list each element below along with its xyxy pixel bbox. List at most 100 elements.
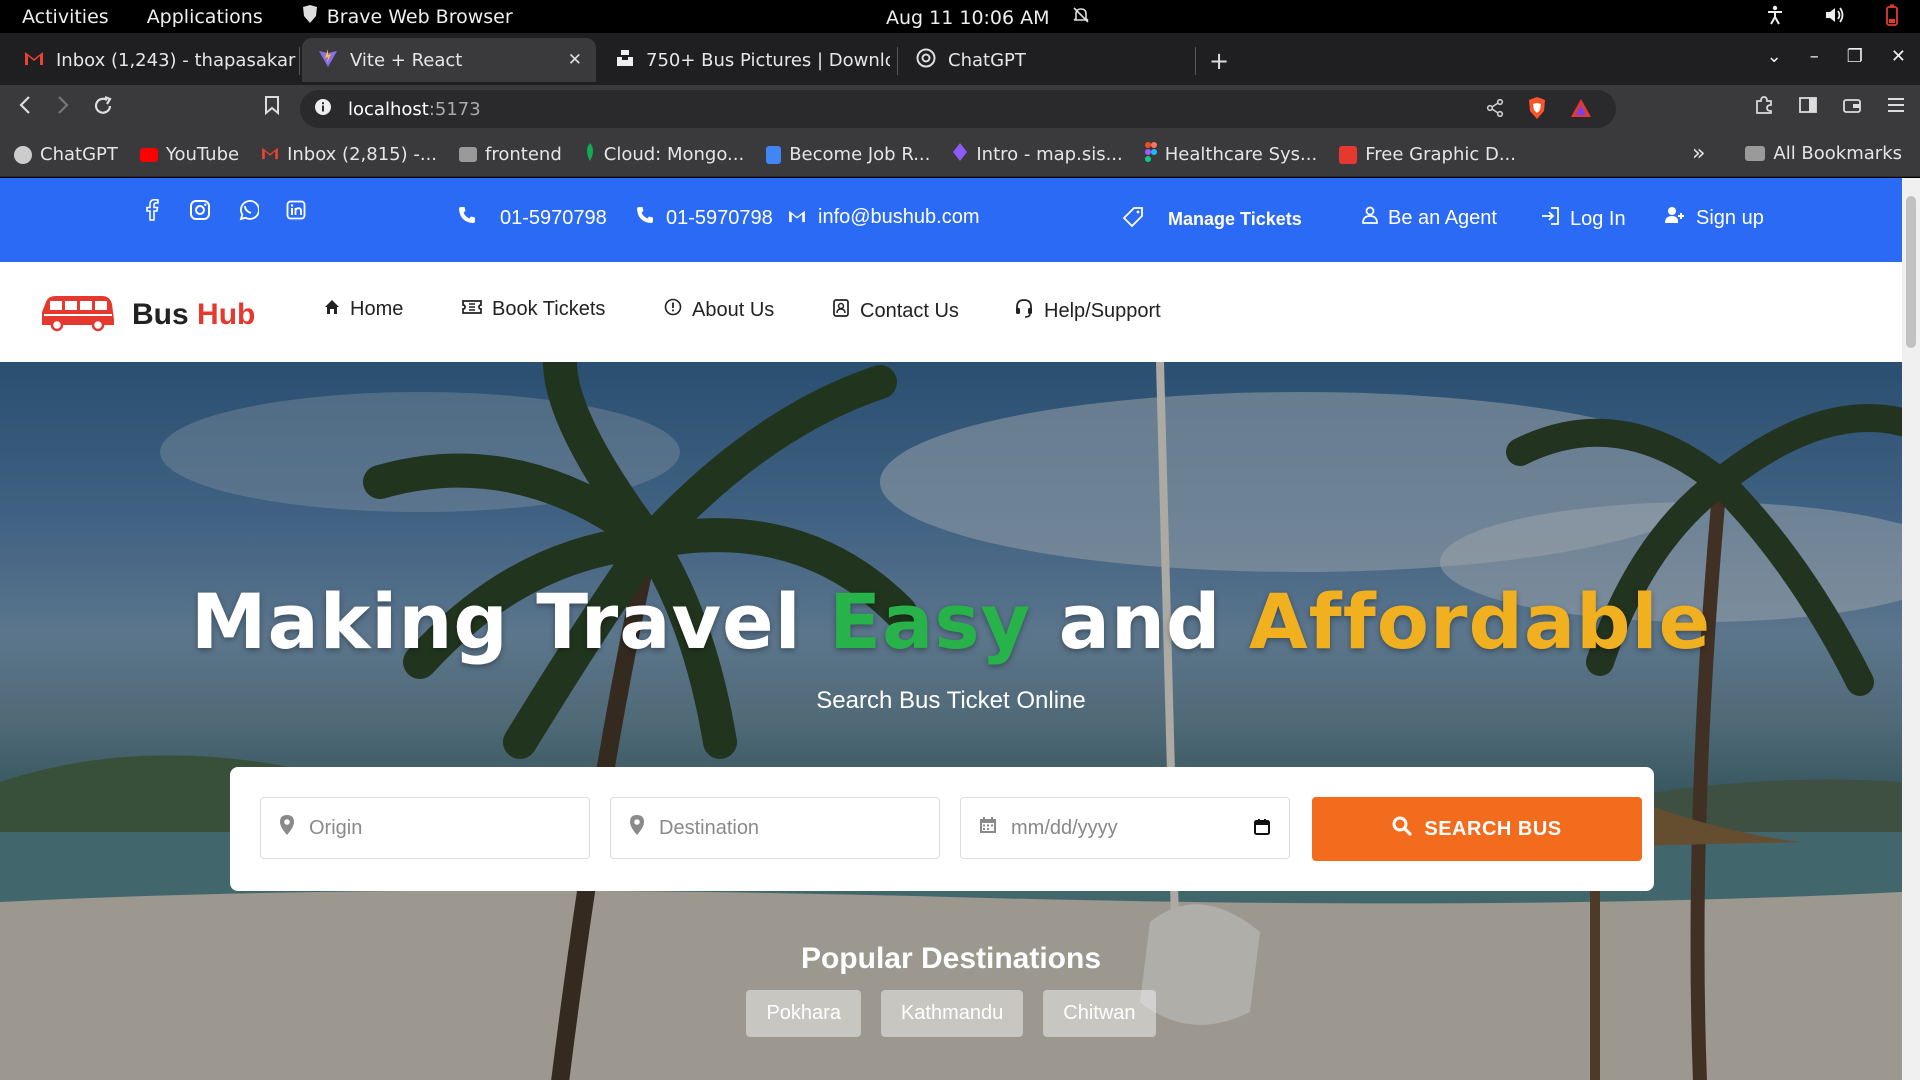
instagram-icon[interactable] (188, 198, 212, 222)
hero-subtitle: Search Bus Ticket Online (816, 687, 1086, 714)
url-port: :5173 (428, 98, 481, 120)
google-docs-icon (766, 145, 782, 164)
search-bus-button[interactable]: SEARCH BUS (1312, 797, 1642, 861)
tab-vite-react[interactable]: Vite + React ✕ (302, 38, 596, 82)
toolbar-extensions (1754, 95, 1906, 120)
extensions-puzzle-icon[interactable] (1754, 95, 1774, 120)
phone-number: 01-5970798 (666, 206, 773, 229)
bookmark-item[interactable]: Healthcare Sys... (1144, 142, 1317, 167)
calendar-picker-icon[interactable] (1253, 818, 1271, 842)
youtube-icon (139, 147, 158, 162)
tab-separator (299, 47, 300, 75)
battery-icon[interactable] (1886, 4, 1898, 31)
tab-strip: Inbox (1,243) - thapasakar24 Vite + Reac… (0, 33, 1920, 85)
bookmark-item[interactable]: Free Graphic D... (1339, 144, 1516, 165)
bookmark-item[interactable]: Become Job R... (766, 144, 930, 165)
logo-text: Bus Hub (132, 298, 255, 332)
contact-email[interactable]: info@bushub.com (788, 206, 980, 229)
bookmark-page-icon[interactable] (264, 95, 280, 121)
clock[interactable]: Aug 11 10:06 AM (886, 6, 1090, 29)
bookmark-item[interactable]: YouTube (139, 144, 239, 165)
manage-tickets-link[interactable]: Manage Tickets (1122, 206, 1302, 233)
restore-button[interactable]: ❐ (1847, 46, 1863, 67)
bookmark-item[interactable]: Inbox (2,815) -... (261, 144, 437, 165)
more-bookmarks-icon[interactable]: » (1692, 141, 1705, 166)
bookmark-item[interactable]: Intro - map.sis... (952, 142, 1123, 167)
origin-field[interactable] (260, 797, 590, 859)
address-bar[interactable]: localhost :5173 (300, 90, 1616, 128)
nav-book-tickets[interactable]: Book Tickets (462, 298, 605, 321)
date-input[interactable]: mm/dd/yyyy (1011, 817, 1118, 840)
site-info-icon[interactable] (314, 98, 332, 121)
phone-number: 01-5970798 (500, 206, 607, 229)
all-bookmarks-folder[interactable]: All Bookmarks (1745, 143, 1902, 164)
close-window-button[interactable]: ✕ (1891, 46, 1906, 67)
back-button[interactable] (18, 95, 32, 121)
headset-icon (1014, 298, 1034, 324)
be-an-agent-link[interactable]: Be an Agent (1362, 206, 1497, 230)
close-tab-icon[interactable]: ✕ (568, 50, 582, 70)
volume-icon[interactable] (1824, 5, 1846, 30)
brave-shields-icon[interactable] (1526, 96, 1548, 125)
origin-input[interactable] (309, 816, 539, 840)
facebook-icon[interactable] (140, 198, 164, 222)
date-field[interactable]: mm/dd/yyyy (960, 797, 1290, 859)
phone-icon (458, 206, 476, 230)
login-icon (1540, 206, 1560, 232)
bookmark-label: Cloud: Mongo... (603, 144, 745, 165)
bookmark-folder[interactable]: frontend (459, 144, 562, 165)
folder-icon (459, 147, 478, 162)
nav-home[interactable]: Home (324, 298, 403, 321)
destination-chip-chitwan[interactable]: Chitwan (1043, 990, 1156, 1037)
sidebar-toggle-icon[interactable] (1798, 95, 1818, 120)
site-logo[interactable]: Bus Hub (40, 292, 255, 337)
search-bus-label: SEARCH BUS (1424, 817, 1562, 840)
whatsapp-icon[interactable] (236, 198, 260, 222)
destination-field[interactable] (610, 797, 940, 859)
hero-section: Making Travel Easy and Affordable Search… (0, 362, 1902, 1080)
scrollbar-thumb[interactable] (1906, 196, 1916, 348)
tab-bus-pictures[interactable]: 750+ Bus Pictures | Download (600, 38, 890, 82)
all-bookmarks-label: All Bookmarks (1773, 143, 1902, 164)
nav-about-us[interactable]: About Us (664, 298, 774, 322)
tab-search-chevron-icon[interactable]: ⌄ (1767, 46, 1782, 67)
new-tab-button[interactable]: + (1209, 47, 1229, 75)
bookmark-item[interactable]: Cloud: Mongo... (584, 142, 744, 167)
contact-phone-1[interactable]: 01-5970798 (458, 206, 607, 230)
gmail-icon (261, 144, 279, 165)
share-icon[interactable] (1486, 98, 1504, 122)
main-navbar: Bus Hub Home Book Tickets About Us Conta… (0, 262, 1902, 362)
destination-input[interactable] (659, 816, 889, 840)
vite-icon (318, 48, 338, 73)
bookmark-item[interactable]: ChatGPT (14, 144, 118, 165)
forward-button[interactable] (56, 95, 70, 121)
tab-label: ChatGPT (948, 49, 1026, 71)
phone-icon (636, 206, 654, 230)
accessibility-icon[interactable] (1766, 5, 1784, 30)
hamburger-menu-icon[interactable] (1886, 95, 1906, 120)
minimize-button[interactable]: – (1810, 46, 1819, 67)
tab-chatgpt[interactable]: ChatGPT (900, 38, 1190, 82)
applications-menu[interactable]: Applications (147, 6, 263, 28)
contact-phone-2[interactable]: 01-5970798 (636, 206, 773, 230)
user-icon (1362, 206, 1378, 230)
nav-book-tickets-label: Book Tickets (492, 298, 606, 320)
wallet-icon[interactable] (1842, 95, 1862, 120)
reload-button[interactable] (92, 95, 114, 123)
page-scrollbar[interactable] (1902, 178, 1920, 1080)
linkedin-icon[interactable] (284, 198, 308, 222)
activities-button[interactable]: Activities (22, 6, 109, 28)
destination-chip-pokhara[interactable]: Pokhara (746, 990, 861, 1037)
active-app-menu[interactable]: Brave Web Browser (301, 4, 513, 29)
login-link[interactable]: Log In (1540, 206, 1626, 232)
tab-gmail[interactable]: Inbox (1,243) - thapasakar24 (8, 38, 296, 82)
nav-help-support[interactable]: Help/Support (1014, 298, 1161, 324)
be-an-agent-label: Be an Agent (1388, 206, 1497, 229)
popular-destinations-title: Popular Destinations (800, 942, 1102, 975)
system-tray[interactable] (1766, 4, 1898, 31)
destination-chip-kathmandu[interactable]: Kathmandu (880, 990, 1024, 1037)
brave-rewards-icon[interactable] (1570, 98, 1592, 123)
hero-title-part2: and (1031, 577, 1249, 666)
nav-contact-us[interactable]: Contact Us (832, 298, 959, 324)
signup-link[interactable]: Sign up (1664, 206, 1764, 230)
